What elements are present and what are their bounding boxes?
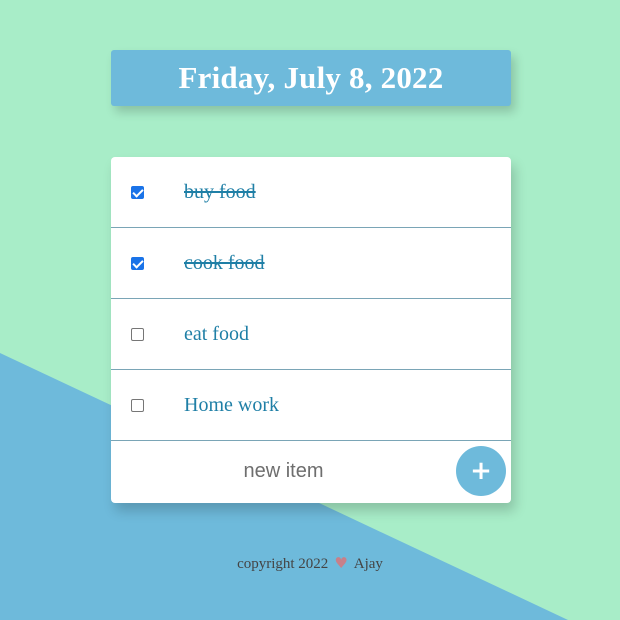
date-title: Friday, July 8, 2022 [178, 60, 444, 95]
item-label: cook food [184, 251, 265, 274]
todo-list: buy food cook food eat food Home work + [111, 157, 511, 503]
list-item: eat food [111, 299, 511, 370]
list-item: buy food [111, 157, 511, 228]
item-checkbox[interactable] [131, 185, 144, 199]
item-checkbox[interactable] [131, 398, 144, 412]
heart-icon: ♥ [334, 554, 348, 572]
date-header: Friday, July 8, 2022 [111, 50, 511, 106]
new-item-form: + [111, 441, 511, 502]
item-checkbox[interactable] [131, 327, 144, 341]
author-name: Ajay [353, 556, 383, 572]
list-item: cook food [111, 228, 511, 299]
item-label: Home work [184, 393, 279, 416]
footer: copyright 2022 ♥ Ajay [0, 554, 620, 573]
item-label: eat food [184, 322, 249, 345]
item-checkbox[interactable] [131, 256, 144, 270]
copyright-text: copyright 2022 [237, 556, 329, 572]
list-item: Home work [111, 370, 511, 441]
add-item-button[interactable]: + [456, 446, 506, 496]
item-label: buy food [184, 180, 256, 203]
new-item-input[interactable] [111, 441, 456, 502]
